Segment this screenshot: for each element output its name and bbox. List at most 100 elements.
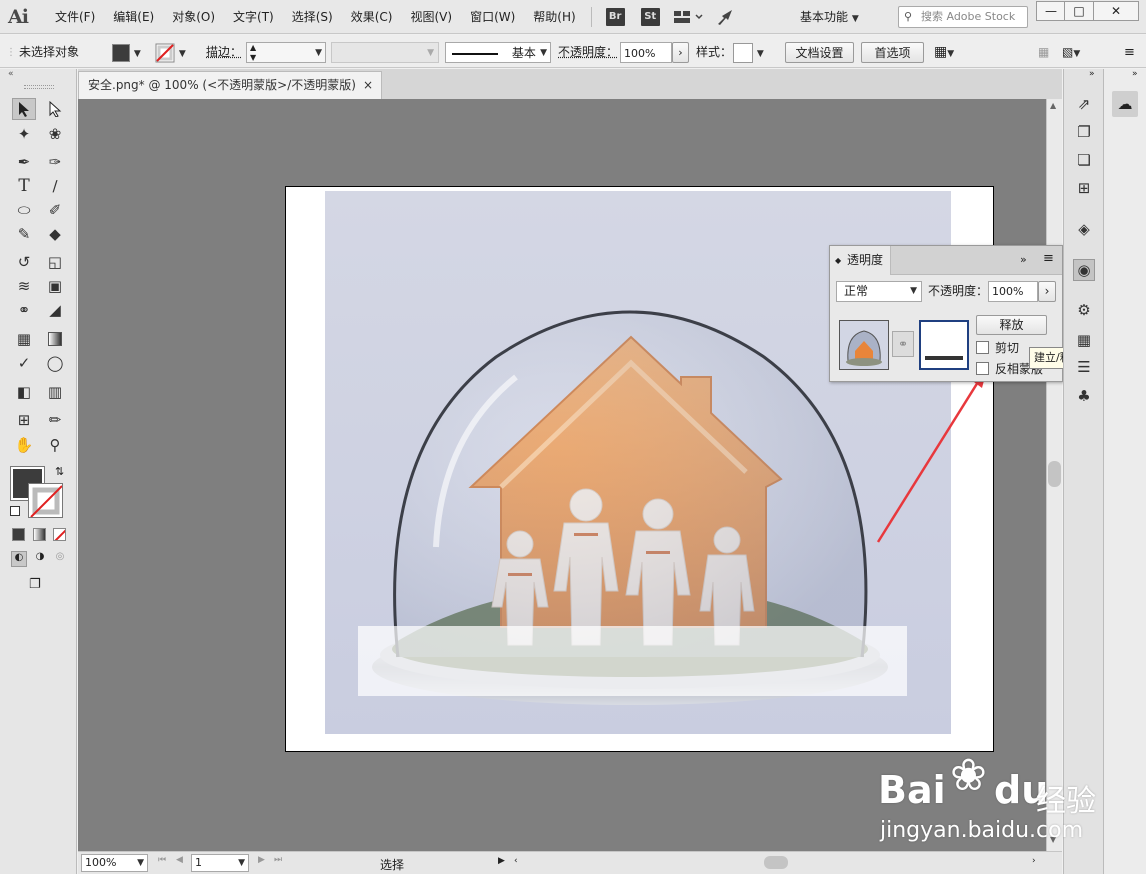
rotate-tool-icon[interactable]: ↺ — [12, 251, 36, 273]
width-tool-icon[interactable]: ≋ — [12, 275, 36, 297]
draw-inside-icon[interactable]: ◎ — [52, 551, 68, 567]
gradient-mode-icon[interactable] — [33, 528, 46, 541]
scale-tool-icon[interactable]: ◱ — [43, 251, 67, 273]
collapse-panel-icon[interactable]: » — [1020, 253, 1027, 266]
artwork-thumbnail[interactable] — [839, 320, 889, 370]
opacity-arrow-button[interactable]: › — [672, 42, 689, 63]
draw-normal-icon[interactable]: ◐ — [11, 551, 27, 567]
last-artboard-icon[interactable]: ⏭ — [274, 855, 282, 865]
asset-export-icon[interactable]: ❏ — [1073, 149, 1095, 171]
first-artboard-icon[interactable]: ⏮ — [158, 855, 166, 865]
ellipse-tool-icon[interactable]: ⬭ — [12, 199, 36, 221]
menu-view[interactable]: 视图(V) — [401, 0, 461, 34]
blend-tool-icon[interactable]: ◯ — [43, 352, 67, 374]
fill-swatch[interactable]: ▼ — [112, 42, 150, 63]
bridge-button[interactable]: Br — [605, 7, 625, 26]
preferences-button[interactable]: 首选项 — [861, 42, 924, 63]
invert-mask-checkbox[interactable] — [976, 362, 989, 375]
symbol-sprayer-tool-icon[interactable]: ◧ — [12, 381, 36, 403]
transform-grid-icon[interactable]: ▦ — [1038, 42, 1049, 63]
symbols-icon[interactable]: ♣ — [1073, 385, 1095, 407]
close-tab-icon[interactable]: × — [363, 72, 373, 98]
mask-link-icon[interactable]: ⚭ — [892, 331, 914, 357]
gradient-tool-icon[interactable] — [43, 328, 67, 350]
stroke-color-swatch[interactable] — [28, 483, 63, 518]
stroke-panel-icon[interactable]: ☰ — [1073, 356, 1095, 378]
scroll-left-icon[interactable]: ‹ — [514, 856, 518, 866]
transparency-icon[interactable]: ◉ — [1073, 259, 1095, 281]
curvature-tool-icon[interactable]: ✑ — [43, 151, 67, 173]
default-colors-icon[interactable] — [10, 506, 20, 516]
collapse-panel-icon[interactable]: « — [8, 69, 14, 79]
transparency-panel-tab[interactable]: ◆ 透明度 — [830, 246, 891, 275]
stock-button[interactable]: St — [640, 7, 660, 26]
none-mode-icon[interactable] — [53, 528, 66, 541]
arrange-documents-icon[interactable] — [673, 8, 704, 26]
zoom-select[interactable]: 100% ▼ — [81, 854, 148, 872]
menu-edit[interactable]: 编辑(E) — [104, 0, 163, 34]
mask-thumbnail[interactable] — [919, 320, 969, 370]
mesh-tool-icon[interactable]: ▦ — [12, 328, 36, 350]
column-graph-tool-icon[interactable]: ▥ — [43, 381, 67, 403]
minimize-button[interactable]: — — [1036, 1, 1066, 21]
stock-search-input[interactable]: ⚲ 搜索 Adobe Stock — [898, 6, 1028, 28]
document-setup-button[interactable]: 文档设置 — [785, 42, 854, 63]
clip-checkbox[interactable] — [976, 341, 989, 354]
cc-libraries-icon[interactable]: ☁ — [1112, 91, 1138, 117]
selection-tool-icon[interactable] — [12, 98, 36, 120]
isolate-icon[interactable]: ▧▼ — [1062, 42, 1080, 63]
graphic-style-swatch[interactable]: ▼ — [733, 42, 773, 63]
panel-opacity-field[interactable]: 100% — [988, 281, 1038, 302]
stroke-label[interactable]: 描边： — [206, 42, 242, 63]
stroke-weight-stepper[interactable]: ▲ ▼ ▼ — [246, 42, 326, 63]
next-artboard-icon[interactable]: ▶ — [258, 855, 265, 865]
color-mode-icon[interactable] — [12, 528, 25, 541]
panel-opacity-arrow[interactable]: › — [1038, 281, 1056, 302]
pathfinder-icon[interactable]: ❐ — [1073, 121, 1095, 143]
scroll-right-icon[interactable]: › — [1032, 856, 1036, 866]
direct-selection-tool-icon[interactable] — [43, 98, 67, 120]
artboard-number-select[interactable]: 1 ▼ — [191, 854, 249, 872]
restore-button[interactable]: □ — [1064, 1, 1094, 21]
menu-window[interactable]: 窗口(W) — [461, 0, 524, 34]
brush-definition-select[interactable]: 基本 ▼ — [445, 42, 551, 63]
collapse-dock-icon[interactable]: » — [1132, 69, 1138, 79]
eraser-tool-icon[interactable]: ◆ — [43, 223, 67, 245]
prev-artboard-icon[interactable]: ◀ — [176, 855, 183, 865]
draw-behind-icon[interactable]: ◑ — [32, 551, 48, 567]
menu-type[interactable]: 文字(T) — [224, 0, 283, 34]
paintbrush-tool-icon[interactable]: ✐ — [43, 199, 67, 221]
transform-icon[interactable]: ⊞ — [1073, 177, 1095, 199]
scroll-up-icon[interactable]: ▲ — [1050, 101, 1056, 110]
swatches-icon[interactable]: ▦ — [1073, 329, 1095, 351]
export-icon[interactable]: ⇗ — [1073, 93, 1095, 115]
zoom-tool-icon[interactable]: ⚲ — [43, 434, 67, 456]
panel-menu-icon[interactable]: ≡ — [1043, 251, 1054, 266]
align-icon[interactable]: ▦▼ — [934, 42, 954, 63]
release-mask-button[interactable]: 释放 — [976, 315, 1047, 335]
shape-builder-tool-icon[interactable]: ⚭ — [12, 299, 36, 321]
artboard-tool-icon[interactable]: ⊞ — [12, 409, 36, 431]
brushes-icon[interactable]: ⚙ — [1073, 299, 1095, 321]
menu-object[interactable]: 对象(O) — [163, 0, 224, 34]
tools-grip[interactable] — [24, 85, 54, 89]
layers-icon[interactable]: ◈ — [1073, 218, 1095, 240]
stroke-swatch[interactable]: ▼ — [155, 42, 195, 63]
hand-tool-icon[interactable]: ✋ — [12, 434, 36, 456]
collapse-dock-icon[interactable]: » — [1089, 69, 1095, 79]
pen-tool-icon[interactable]: ✒ — [12, 151, 36, 173]
menu-file[interactable]: 文件(F) — [46, 0, 104, 34]
workspace-switcher[interactable]: 基本功能 ▼ — [800, 6, 859, 30]
menu-help[interactable]: 帮助(H) — [524, 0, 584, 34]
type-tool-icon[interactable]: T — [12, 175, 36, 197]
opacity-label[interactable]: 不透明度： — [558, 42, 618, 63]
document-tab[interactable]: 安全.png* @ 100% (<不透明蒙版>/不透明蒙版) × — [78, 71, 382, 99]
line-tool-icon[interactable]: ∕ — [43, 175, 67, 197]
blend-mode-select[interactable]: 正常 ▼ — [836, 281, 922, 302]
screen-mode-icon[interactable]: ❐ — [29, 577, 51, 595]
scroll-thumb[interactable] — [1048, 461, 1061, 487]
control-bar-grip[interactable]: ⋮ — [6, 42, 16, 63]
panel-menu-icon[interactable]: ≡ — [1124, 42, 1135, 63]
free-transform-tool-icon[interactable]: ▣ — [43, 275, 67, 297]
menu-select[interactable]: 选择(S) — [283, 0, 342, 34]
